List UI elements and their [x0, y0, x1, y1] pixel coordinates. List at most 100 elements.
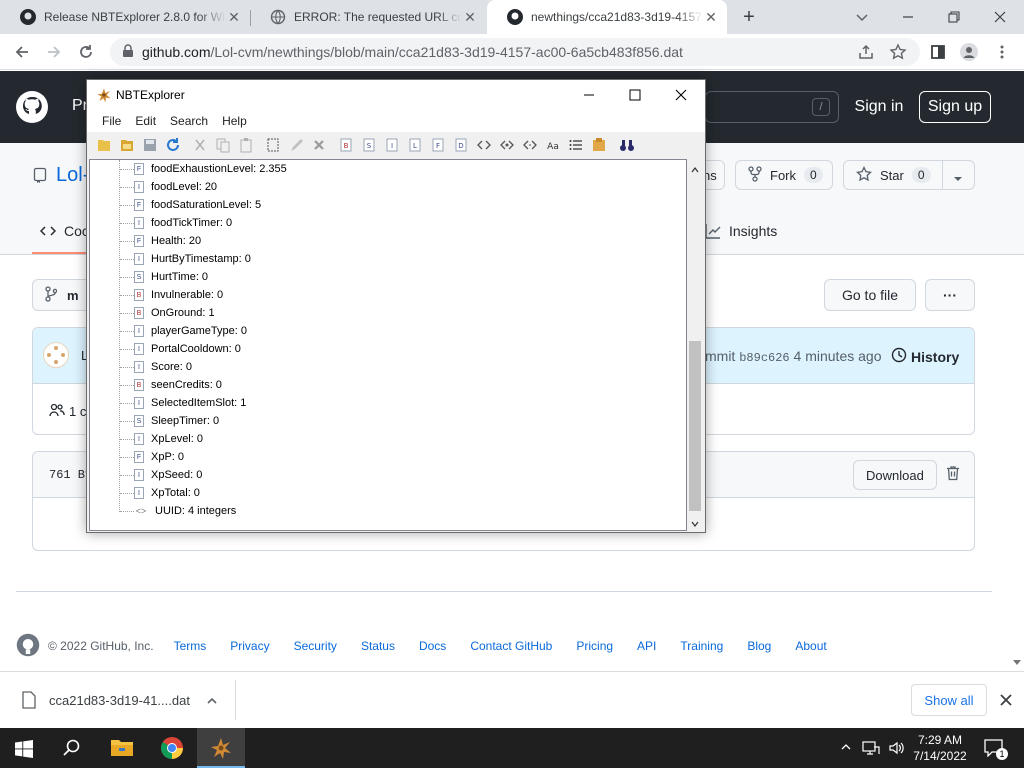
edit-value-icon[interactable]	[289, 137, 303, 153]
history-link[interactable]: History	[891, 347, 959, 366]
footer-link-api[interactable]: API	[637, 639, 656, 653]
tab-close-icon[interactable]: ✕	[703, 9, 719, 26]
add-byte-tag-icon[interactable]: B	[339, 137, 353, 153]
copy-icon[interactable]	[216, 137, 230, 153]
avatar[interactable]	[43, 342, 69, 368]
add-double-tag-icon[interactable]: D	[454, 137, 468, 153]
new-tab-button[interactable]: +	[738, 6, 760, 28]
delete-icon[interactable]	[312, 137, 326, 153]
branch-select-button[interactable]: m	[32, 279, 92, 311]
windows-start-icon[interactable]	[15, 740, 33, 758]
trash-icon[interactable]	[945, 465, 961, 481]
save-icon[interactable]	[143, 137, 157, 153]
lock-icon[interactable]	[122, 43, 134, 61]
footer-link-docs[interactable]: Docs	[419, 639, 446, 653]
kebab-menu-icon[interactable]	[990, 40, 1014, 64]
nbt-tree-view[interactable]: FfoodExhaustionLevel: 2.355 IfoodLevel: 2…	[89, 159, 687, 531]
footer-link-privacy[interactable]: Privacy	[230, 639, 269, 653]
tab-insights[interactable]: Insights	[729, 223, 777, 239]
tab-search-icon[interactable]	[852, 7, 872, 27]
cut-icon[interactable]	[193, 137, 207, 153]
minimize-icon[interactable]	[898, 7, 918, 27]
restore-icon[interactable]	[944, 7, 964, 27]
footer-link-status[interactable]: Status	[361, 639, 395, 653]
browser-tab-active[interactable]: newthings/cca21d83-3d19-4157 ✕	[487, 0, 727, 34]
add-long-tag-icon[interactable]: L	[408, 137, 422, 153]
add-int-tag-icon[interactable]: I	[385, 137, 399, 153]
bookmark-star-icon[interactable]	[886, 40, 910, 64]
footer-link-contact[interactable]: Contact GitHub	[470, 639, 552, 653]
nbtexplorer-taskbar-button[interactable]	[197, 728, 245, 768]
repo-owner-link[interactable]: Lol-	[56, 164, 89, 187]
tree-node[interactable]: FfoodSaturationLevel: 5	[134, 196, 261, 214]
network-icon[interactable]	[862, 740, 880, 756]
download-button[interactable]: Download	[853, 460, 937, 490]
side-panel-icon[interactable]	[926, 40, 950, 64]
share-icon[interactable]	[854, 40, 878, 64]
find-binoculars-icon[interactable]	[619, 137, 634, 153]
contributors[interactable]: 1 c	[49, 402, 86, 421]
show-all-button[interactable]: Show all	[911, 684, 987, 716]
tree-node[interactable]: F Health: 20	[134, 232, 201, 250]
clock[interactable]: 7:29 AM 7/14/2022	[910, 732, 970, 764]
footer-link-pricing[interactable]: Pricing	[576, 639, 613, 653]
tree-node[interactable]: I Score: 0	[134, 358, 192, 376]
add-compound-icon[interactable]	[592, 137, 606, 153]
tree-node[interactable]: I PortalCooldown: 0	[134, 340, 241, 358]
tree-node[interactable]: FfoodExhaustionLevel: 2.355	[134, 160, 287, 178]
tree-node[interactable]: F XpP: 0	[134, 448, 184, 466]
commit-hash[interactable]: b89c626	[739, 351, 789, 365]
reload-icon[interactable]	[74, 40, 98, 64]
fork-button[interactable]: Fork 0	[735, 160, 833, 190]
github-logo-icon[interactable]	[16, 91, 48, 123]
tree-node[interactable]: BseenCredits: 0	[134, 376, 222, 394]
add-string-icon[interactable]: Aa	[546, 137, 560, 153]
menu-edit[interactable]: Edit	[128, 114, 163, 128]
footer-link-about[interactable]: About	[795, 639, 826, 653]
menu-help[interactable]: Help	[215, 114, 254, 128]
chevron-up-icon[interactable]	[840, 741, 852, 753]
chevron-down-icon[interactable]	[952, 171, 964, 186]
chrome-icon[interactable]	[160, 736, 184, 760]
add-byte-array-icon[interactable]	[477, 137, 491, 153]
rename-icon[interactable]	[266, 137, 280, 153]
address-bar[interactable]: github.com/Lol-cvm/newthings/blob/main/c…	[110, 38, 920, 66]
back-icon[interactable]	[10, 40, 34, 64]
close-icon[interactable]	[998, 692, 1014, 708]
github-mark-icon[interactable]	[16, 633, 40, 660]
menu-file[interactable]: File	[95, 114, 128, 128]
forward-icon[interactable]	[42, 40, 66, 64]
tree-node[interactable]: IfoodTickTimer: 0	[134, 214, 232, 232]
tree-node[interactable]: B OnGround: 1	[134, 304, 215, 322]
paste-icon[interactable]	[239, 137, 253, 153]
menu-search[interactable]: Search	[163, 114, 215, 128]
footer-link-training[interactable]: Training	[680, 639, 723, 653]
add-list-icon[interactable]	[569, 137, 583, 153]
add-int-array-icon[interactable]	[500, 137, 514, 153]
chevron-up-icon[interactable]	[205, 694, 219, 708]
file-explorer-icon[interactable]	[110, 737, 134, 757]
tree-node[interactable]: S HurtTime: 0	[134, 268, 208, 286]
sign-up-button[interactable]: Sign up	[919, 91, 991, 123]
nbt-title-bar[interactable]: NBTExplorer	[87, 80, 705, 110]
close-icon[interactable]	[673, 87, 689, 103]
add-short-tag-icon[interactable]: S	[362, 137, 376, 153]
tree-node[interactable]: B Invulnerable: 0	[134, 286, 223, 304]
sign-in-link[interactable]: Sign in	[850, 92, 908, 122]
star-button[interactable]: Star 0	[843, 160, 975, 190]
search-icon[interactable]	[63, 739, 81, 757]
tab-close-icon[interactable]: ✕	[462, 9, 478, 26]
scrollbar-thumb[interactable]	[689, 341, 701, 511]
tree-node[interactable]: I XpSeed: 0	[134, 466, 202, 484]
footer-link-security[interactable]: Security	[294, 639, 337, 653]
tab-close-icon[interactable]: ✕	[226, 9, 242, 26]
add-float-tag-icon[interactable]: F	[431, 137, 445, 153]
tree-node[interactable]: IplayerGameType: 0	[134, 322, 247, 340]
search-input[interactable]: /	[705, 91, 839, 123]
tree-node[interactable]: IfoodLevel: 20	[134, 178, 217, 196]
scroll-up-icon[interactable]	[691, 163, 699, 173]
browser-tab[interactable]: ERROR: The requested URL could ✕	[250, 0, 486, 34]
browser-tab[interactable]: Release NBTExplorer 2.8.0 for Wi ✕	[0, 0, 250, 34]
tree-node[interactable]: I XpTotal: 0	[134, 484, 200, 502]
more-options-button[interactable]: ···	[925, 279, 975, 311]
